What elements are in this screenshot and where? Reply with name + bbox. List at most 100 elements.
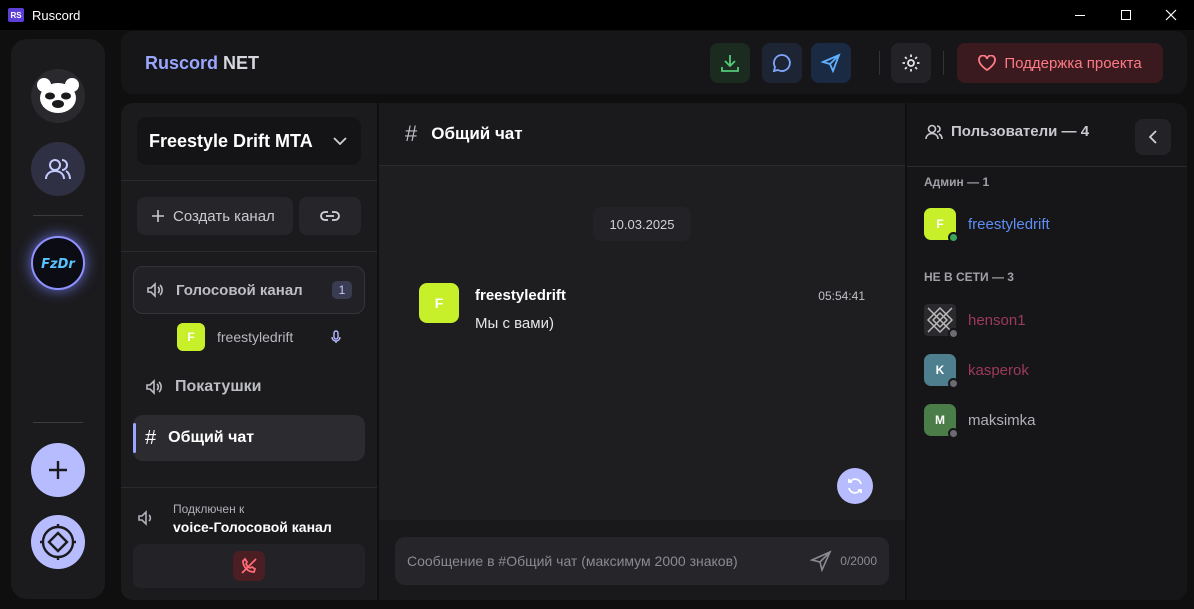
gear-icon: [902, 54, 920, 72]
discover-button[interactable]: [31, 515, 85, 569]
brand-secondary: NET: [223, 53, 260, 73]
hash-icon: #: [405, 121, 418, 146]
message-text: Мы с вами): [475, 315, 554, 332]
send-icon[interactable]: [810, 550, 832, 572]
voice-channel-item[interactable]: Голосовой канал 1: [133, 266, 365, 314]
minimize-icon: [1075, 14, 1085, 16]
voice-channel-name: Голосовой канал: [176, 281, 303, 299]
top-header: Ruscord NET Поддержка проекта: [121, 31, 1187, 94]
maximize-button[interactable]: [1103, 0, 1149, 30]
avatar: F: [924, 208, 959, 243]
speaker-icon: [147, 282, 163, 298]
add-server-icon: [49, 461, 67, 479]
add-server-button[interactable]: [31, 443, 85, 497]
freestyle-drift-server-icon: FzDr: [41, 257, 76, 272]
member-item[interactable]: F freestyledrift: [924, 208, 1050, 243]
message-input[interactable]: [395, 553, 811, 569]
chat-button[interactable]: [762, 43, 802, 83]
support-label: Поддержка проекта: [1004, 54, 1142, 72]
offline-status-dot: [948, 428, 959, 439]
settings-button[interactable]: [891, 43, 931, 83]
channel-label: Общий чат: [168, 429, 255, 446]
date-divider: 10.03.2025: [593, 207, 691, 241]
message-author[interactable]: freestyledrift: [475, 287, 566, 304]
chevron-left-icon: [1149, 130, 1157, 144]
brand-title: Ruscord NET: [145, 53, 259, 74]
avatar: F: [177, 323, 205, 351]
members-divider: [907, 166, 1187, 167]
avatar-initial: M: [935, 413, 945, 427]
send-icon: [821, 53, 841, 73]
channel-label: Покатушки: [175, 378, 262, 395]
section-label-admin: Админ — 1: [924, 175, 990, 189]
collapse-members-button[interactable]: [1135, 119, 1171, 155]
svg-text:FzDr: FzDr: [41, 257, 76, 272]
discover-icon: [40, 524, 76, 560]
voice-user-item[interactable]: F freestyledrift: [177, 323, 341, 351]
header-divider: [879, 51, 880, 75]
member-item[interactable]: henson1: [924, 304, 1026, 339]
rail-divider: [33, 422, 83, 423]
bear-logo-icon: [37, 78, 79, 113]
avatar: [924, 304, 959, 339]
refresh-icon: [848, 478, 862, 494]
chat-icon: [772, 54, 791, 73]
server-rail: FzDr: [11, 39, 105, 599]
maximize-icon: [1121, 10, 1131, 20]
hash-icon: #: [145, 426, 157, 449]
server-freestyle-drift[interactable]: FzDr: [31, 236, 85, 290]
app-logo: RS: [8, 8, 24, 22]
heart-icon: [978, 55, 997, 71]
server-selector[interactable]: Freestyle Drift MTA: [137, 117, 361, 165]
composer-area: 0/2000: [379, 520, 905, 600]
members-panel: Пользователи — 4 Админ — 1 F freestyledr…: [907, 103, 1187, 600]
chat-panel: # Общий чат 10.03.2025 F freestyledrift …: [379, 103, 905, 600]
download-button[interactable]: [710, 43, 750, 83]
chat-header: # Общий чат: [379, 103, 905, 166]
member-name: freestyledrift: [968, 215, 1050, 233]
brand-primary: Ruscord: [145, 53, 219, 73]
plus-icon: [152, 210, 164, 222]
message-timestamp: 05:54:41: [818, 289, 865, 303]
voice-controls: [133, 544, 365, 588]
message-composer: 0/2000: [395, 537, 889, 585]
microphone-icon: [331, 330, 341, 343]
server-name: Freestyle Drift MTA: [149, 130, 313, 151]
minimize-button[interactable]: [1057, 0, 1103, 30]
friends-button[interactable]: [31, 142, 85, 196]
avatar: M: [924, 404, 959, 439]
chat-channel-title: Общий чат: [431, 124, 523, 143]
channel-divider: [121, 251, 377, 252]
channel-sidebar: Freestyle Drift MTA Создать канал Голосо…: [121, 103, 377, 600]
home-button[interactable]: [31, 69, 85, 123]
member-name: kasperok: [968, 361, 1029, 379]
avatar: K: [924, 354, 959, 389]
users-icon: [925, 124, 943, 139]
header-divider: [943, 51, 944, 75]
download-icon: [721, 55, 739, 72]
speaker-icon: [138, 510, 152, 526]
refresh-button[interactable]: [837, 468, 873, 504]
support-project-button[interactable]: Поддержка проекта: [957, 43, 1163, 83]
avatar-initial: F: [936, 217, 944, 231]
disconnect-button[interactable]: [233, 551, 265, 581]
members-header: Пользователи — 4: [925, 123, 1089, 140]
hang-up-icon: [241, 557, 257, 574]
member-item[interactable]: K kasperok: [924, 354, 1029, 389]
channel-item-pokatushki[interactable]: Покатушки: [133, 364, 365, 410]
voice-user-count: 1: [332, 281, 352, 299]
active-channel-indicator: [133, 423, 136, 453]
member-item[interactable]: M maksimka: [924, 404, 1036, 439]
create-channel-button[interactable]: Создать канал: [137, 197, 293, 235]
invite-link-button[interactable]: [299, 197, 361, 235]
section-label-offline: НЕ В СЕТИ — 3: [924, 270, 1014, 284]
channel-item-general-chat[interactable]: # Общий чат: [133, 415, 365, 461]
window-title: Ruscord: [32, 7, 81, 23]
member-name: maksimka: [968, 411, 1036, 429]
chevron-down-icon: [333, 137, 347, 145]
close-button[interactable]: [1148, 0, 1194, 30]
connection-status: Подключен к: [173, 502, 245, 516]
avatar[interactable]: F: [419, 283, 459, 323]
telegram-button[interactable]: [811, 43, 851, 83]
member-name: henson1: [968, 311, 1026, 329]
